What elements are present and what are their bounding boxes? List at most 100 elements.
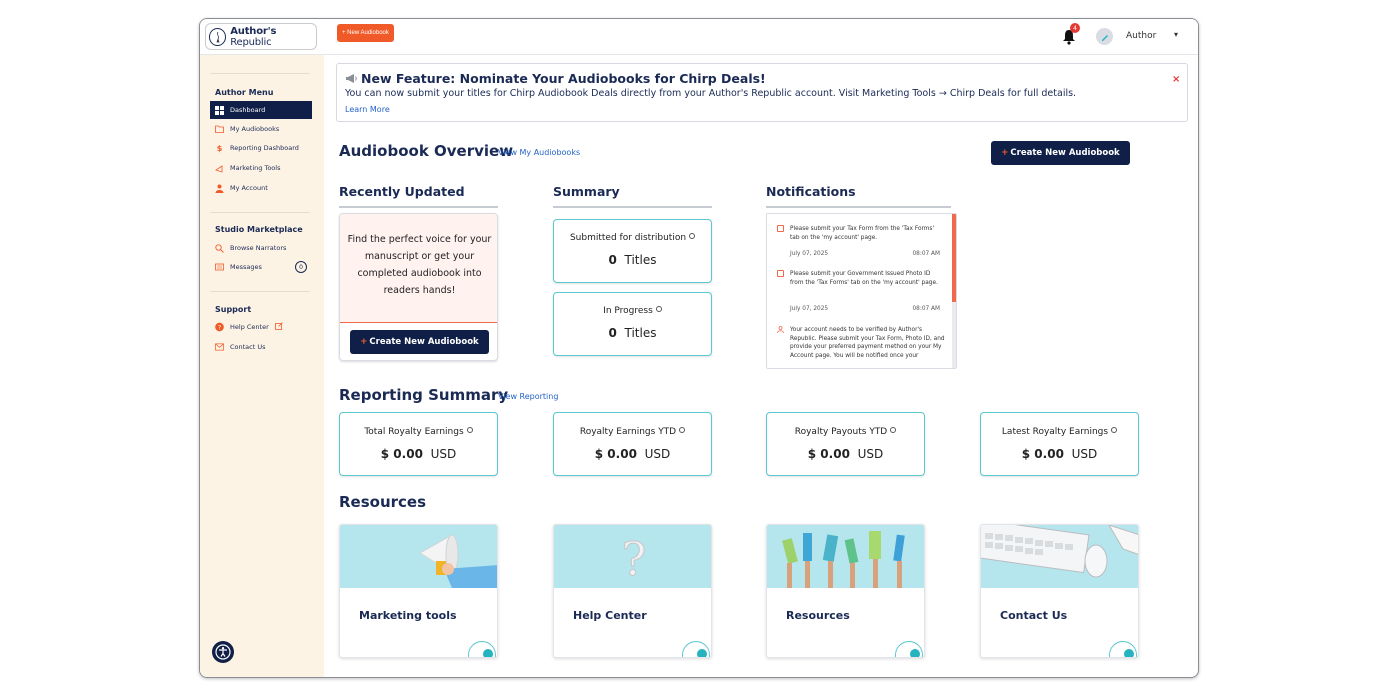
resource-card-marketing[interactable]: Marketing tools (339, 524, 498, 658)
in-progress-card: In Progress 0 Titles (553, 292, 712, 356)
sidebar-item-dashboard[interactable]: Dashboard (210, 101, 312, 119)
megaphone-icon (215, 164, 224, 173)
user-name[interactable]: Author (1126, 31, 1156, 41)
royalty-card: Royalty Payouts YTD $ 0.00 USD (766, 412, 925, 476)
sidebar-item-contact-us[interactable]: Contact Us (210, 338, 312, 356)
notification-item[interactable]: Please submit your Government Issued Pho… (777, 270, 945, 287)
alert-icon (777, 270, 784, 277)
notifications-list[interactable]: Please submit your Tax Form from the 'Ta… (766, 213, 957, 369)
view-reporting-link[interactable]: View Reporting (498, 392, 558, 401)
resource-card-contact-us[interactable]: Contact Us (980, 524, 1139, 658)
divider (210, 291, 310, 292)
audiobook-overview-title: Audiobook Overview (339, 142, 514, 160)
close-icon[interactable]: × (1172, 74, 1180, 85)
sidebar-item-messages[interactable]: Messages 0 (210, 258, 312, 276)
sidebar: Author Menu Dashboard My Audiobooks $ Re… (200, 55, 324, 677)
notifications-title: Notifications (766, 184, 856, 199)
notification-meta: July 07, 2025 08:07 AM (790, 306, 940, 312)
sidebar-item-my-account[interactable]: My Account (210, 179, 312, 197)
logo-torch-icon (209, 27, 227, 46)
notification-meta: July 07, 2025 08:07 AM (790, 251, 940, 257)
submitted-value: 0 Titles (608, 253, 657, 267)
folder-icon (215, 125, 224, 134)
divider (339, 206, 498, 208)
recently-updated-title: Recently Updated (339, 184, 465, 199)
divider (210, 73, 310, 74)
mail-icon (215, 343, 224, 352)
info-icon (1111, 427, 1118, 433)
info-icon (655, 306, 662, 312)
sidebar-item-label: Contact Us (230, 343, 266, 351)
divider (553, 206, 712, 208)
svg-text:?: ? (622, 532, 647, 586)
keyboard-mouse-image (981, 525, 1138, 588)
dollar-icon: $ (216, 143, 223, 153)
scrollbar-thumb[interactable] (952, 214, 956, 302)
raised-books-image (767, 525, 924, 588)
resources-title: Resources (339, 493, 427, 511)
submitted-label: Submitted for distribution (554, 233, 711, 243)
arrow-dot-icon (1124, 649, 1134, 657)
grid-icon (215, 105, 224, 115)
banner-text: You can now submit your titles for Chirp… (345, 88, 1077, 99)
sidebar-item-label: My Account (230, 184, 268, 192)
user-alert-icon (777, 326, 784, 334)
sidebar-item-label: Messages (230, 263, 262, 271)
sidebar-item-reporting-dashboard[interactable]: $ Reporting Dashboard (210, 139, 312, 157)
notification-item[interactable]: Please submit your Tax Form from the 'Ta… (777, 225, 945, 242)
sidebar-item-browse-narrators[interactable]: Browse Narrators (210, 239, 312, 257)
sidebar-item-label: Browse Narrators (230, 244, 287, 252)
royalty-card: Royalty Earnings YTD $ 0.00 USD (553, 412, 712, 476)
sidebar-item-help-center[interactable]: ? Help Center (210, 318, 312, 336)
sidebar-item-label: Help Center (230, 323, 269, 331)
promo-create-audiobook-button[interactable]: + Create New Audiobook (350, 330, 489, 354)
royalty-card-label: Royalty Payouts YTD (767, 427, 924, 437)
divider (766, 206, 951, 208)
submitted-card: Submitted for distribution 0 Titles (553, 219, 712, 283)
resource-card-help-center[interactable]: ? Help Center (553, 524, 712, 658)
royalty-card: Latest Royalty Earnings $ 0.00 USD (980, 412, 1139, 476)
royalty-card-value: $ 0.00 USD (807, 447, 884, 461)
resource-card-label: Marketing tools (359, 609, 457, 622)
royalty-card-label: Latest Royalty Earnings (981, 427, 1138, 437)
messages-count-badge: 0 (295, 261, 307, 273)
royalty-card: Total Royalty Earnings $ 0.00 USD (339, 412, 498, 476)
pen-icon (1101, 34, 1108, 41)
resource-card-resources[interactable]: Resources (766, 524, 925, 658)
divider (210, 212, 310, 213)
sidebar-item-label: Dashboard (230, 106, 266, 114)
sidebar-item-label: Marketing Tools (230, 164, 281, 172)
megaphone-icon (345, 72, 358, 87)
chevron-down-icon[interactable]: ▾ (1174, 30, 1178, 39)
arrow-dot-icon (910, 649, 920, 657)
sidebar-item-marketing-tools[interactable]: Marketing Tools (210, 159, 312, 177)
learn-more-link[interactable]: Learn More (345, 105, 390, 114)
avatar[interactable] (1096, 28, 1113, 45)
user-icon (215, 184, 224, 193)
sidebar-item-my-audiobooks[interactable]: My Audiobooks (210, 120, 312, 138)
help-icon: ? (215, 322, 224, 332)
sidebar-item-label: Reporting Dashboard (230, 144, 299, 152)
external-link-icon (274, 322, 283, 332)
logo[interactable]: Author's Republic (205, 23, 317, 50)
support-heading: Support (215, 305, 252, 314)
alert-icon (777, 225, 784, 232)
accessibility-icon[interactable] (212, 641, 234, 663)
promo-card: Find the perfect voice for your manuscri… (339, 213, 498, 361)
create-new-audiobook-button[interactable]: + Create New Audiobook (991, 141, 1130, 165)
resource-card-label: Contact Us (1000, 609, 1068, 622)
message-icon (215, 263, 224, 272)
resource-card-label: Help Center (573, 609, 647, 622)
royalty-card-label: Royalty Earnings YTD (554, 427, 711, 437)
feature-banner: New Feature: Nominate Your Audiobooks fo… (336, 63, 1188, 122)
reporting-summary-title: Reporting Summary (339, 386, 509, 404)
info-icon (890, 427, 897, 433)
question-mark-image: ? (554, 525, 711, 588)
view-my-audiobooks-link[interactable]: View My Audiobooks (498, 148, 580, 157)
logo-text: Author's Republic (230, 25, 277, 48)
notification-item[interactable]: Your account needs to be verified by Aut… (777, 326, 945, 360)
new-audiobook-button[interactable]: + New Audiobook (337, 24, 394, 42)
summary-title: Summary (553, 184, 620, 199)
top-bar: Author's Republic + New Audiobook 4 Auth… (200, 19, 1198, 55)
royalty-card-value: $ 0.00 USD (380, 447, 457, 461)
